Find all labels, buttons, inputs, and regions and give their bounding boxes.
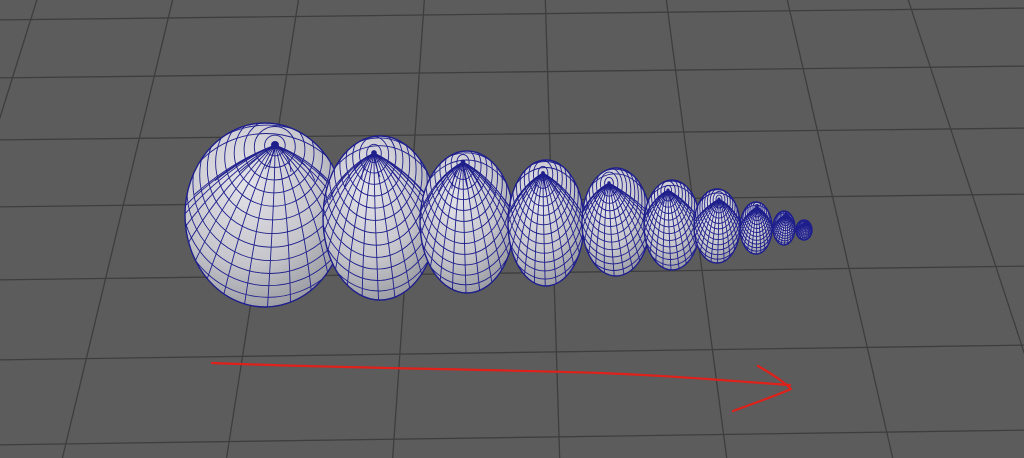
sphere-pole [460,159,466,165]
sphere-pole [717,197,721,201]
sphere-pole [804,220,808,224]
sphere-pole [666,188,670,192]
sphere-pole [371,150,377,156]
sphere-pole [271,141,279,149]
sphere-pole [784,212,788,216]
3d-viewport[interactable] [0,0,1024,458]
sphere-pole [607,181,611,185]
sphere-pole [541,171,545,175]
sphere-pole [755,205,759,209]
